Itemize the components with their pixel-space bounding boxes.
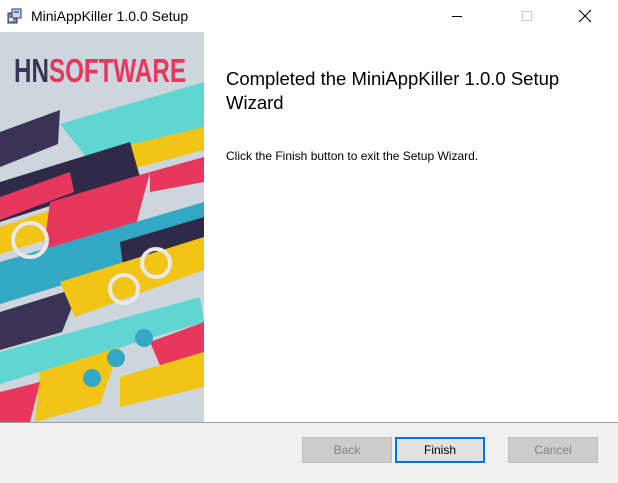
back-button[interactable]: Back — [302, 437, 392, 463]
maximize-icon — [522, 11, 532, 21]
page-description: Click the Finish button to exit the Setu… — [226, 149, 479, 163]
minimize-button[interactable] — [434, 0, 480, 32]
finish-button[interactable]: Finish — [395, 437, 485, 463]
installer-icon — [7, 8, 23, 24]
window-title: MiniAppKiller 1.0.0 Setup — [31, 8, 189, 24]
brand-prefix: HN — [14, 52, 49, 89]
close-button[interactable] — [562, 0, 608, 32]
brand-logo: HNSOFTWARE — [14, 52, 186, 89]
side-banner: HNSOFTWARE — [0, 32, 204, 422]
close-icon — [578, 9, 592, 23]
cancel-button[interactable]: Cancel — [508, 437, 598, 463]
page-title: Completed the MiniAppKiller 1.0.0 Setup … — [226, 68, 560, 113]
minimize-icon — [452, 16, 462, 17]
maximize-button[interactable] — [504, 0, 550, 32]
title-bar[interactable]: MiniAppKiller 1.0.0 Setup — [0, 0, 618, 32]
banner-artwork: HNSOFTWARE — [0, 32, 204, 422]
brand-suffix: SOFTWARE — [49, 52, 186, 89]
